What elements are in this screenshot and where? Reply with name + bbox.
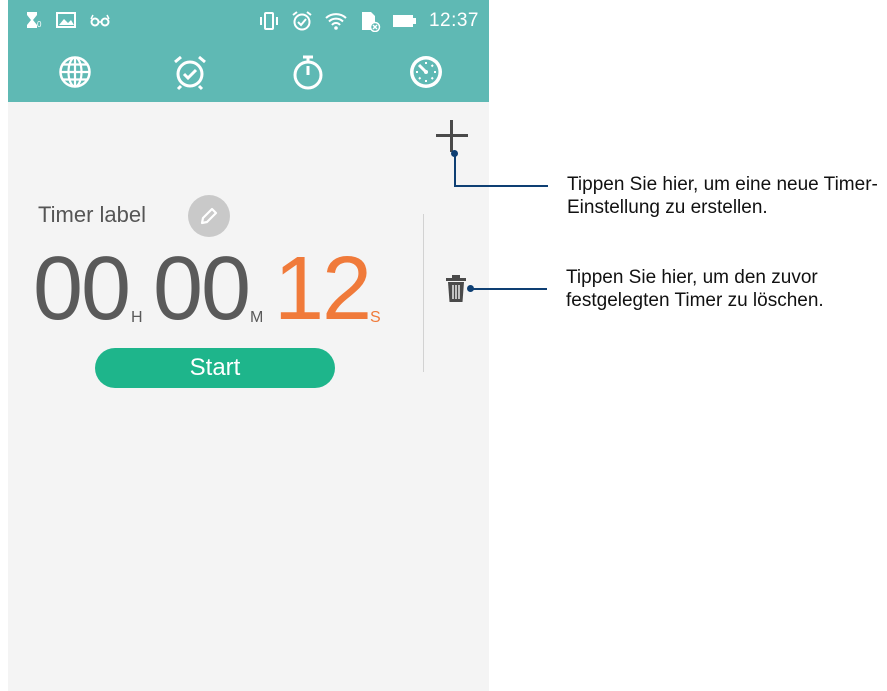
start-button[interactable]: Start <box>95 348 335 388</box>
globe-icon <box>59 56 91 88</box>
vertical-divider <box>423 214 424 372</box>
status-time: 12:37 <box>428 10 479 31</box>
battery-icon <box>392 15 416 27</box>
tab-alarm[interactable] <box>170 52 210 92</box>
glasses-icon <box>90 14 110 27</box>
minutes-unit: M <box>250 309 264 326</box>
tab-stopwatch[interactable] <box>288 52 328 92</box>
hours-value[interactable]: 00 <box>33 244 131 334</box>
tab-timer[interactable] <box>406 52 446 92</box>
add-timer-button[interactable] <box>436 120 468 152</box>
minutes-value[interactable]: 00 <box>153 244 251 334</box>
callout-add-line-vertical <box>454 153 456 186</box>
sd-card-icon <box>361 12 381 32</box>
alarm-clock-icon <box>174 55 206 91</box>
timer-label: Timer label <box>38 202 146 227</box>
hourglass-icon: 0 <box>27 12 42 29</box>
callout-delete-line <box>470 288 547 290</box>
callout-delete-text: Tippen Sie hier, um den zuvor festgelegt… <box>566 266 824 312</box>
alarm-icon <box>292 11 312 31</box>
pencil-icon <box>200 207 218 225</box>
callout-add-line1: Tippen Sie hier, um eine neue Timer- <box>567 174 878 195</box>
callout-delete-line1: Tippen Sie hier, um den zuvor <box>566 267 818 288</box>
edit-label-button[interactable] <box>188 195 230 237</box>
phone-screen: 0 12:37 Timer label 00 H 00 M 12 S Start <box>8 0 489 691</box>
tab-world-clock[interactable] <box>55 52 95 92</box>
callout-delete-line2: festgelegten Timer zu löschen. <box>566 290 824 311</box>
wifi-icon <box>325 13 347 30</box>
callout-add-line2: Einstellung zu erstellen. <box>567 197 768 218</box>
callout-add-text: Tippen Sie hier, um eine neue Timer- Ein… <box>567 173 878 219</box>
hours-unit: H <box>131 309 143 326</box>
status-bar: 0 12:37 <box>8 0 489 44</box>
image-icon <box>56 12 76 28</box>
stopwatch-icon <box>293 55 323 90</box>
vibrate-icon <box>259 12 278 30</box>
svg-text:0: 0 <box>37 20 42 29</box>
timer-icon <box>410 56 442 88</box>
seconds-unit: S <box>370 309 381 326</box>
callout-add-line-horizontal <box>454 185 548 187</box>
tab-bar <box>8 44 489 102</box>
trash-icon[interactable] <box>444 274 468 304</box>
seconds-value[interactable]: 12 <box>274 244 372 334</box>
